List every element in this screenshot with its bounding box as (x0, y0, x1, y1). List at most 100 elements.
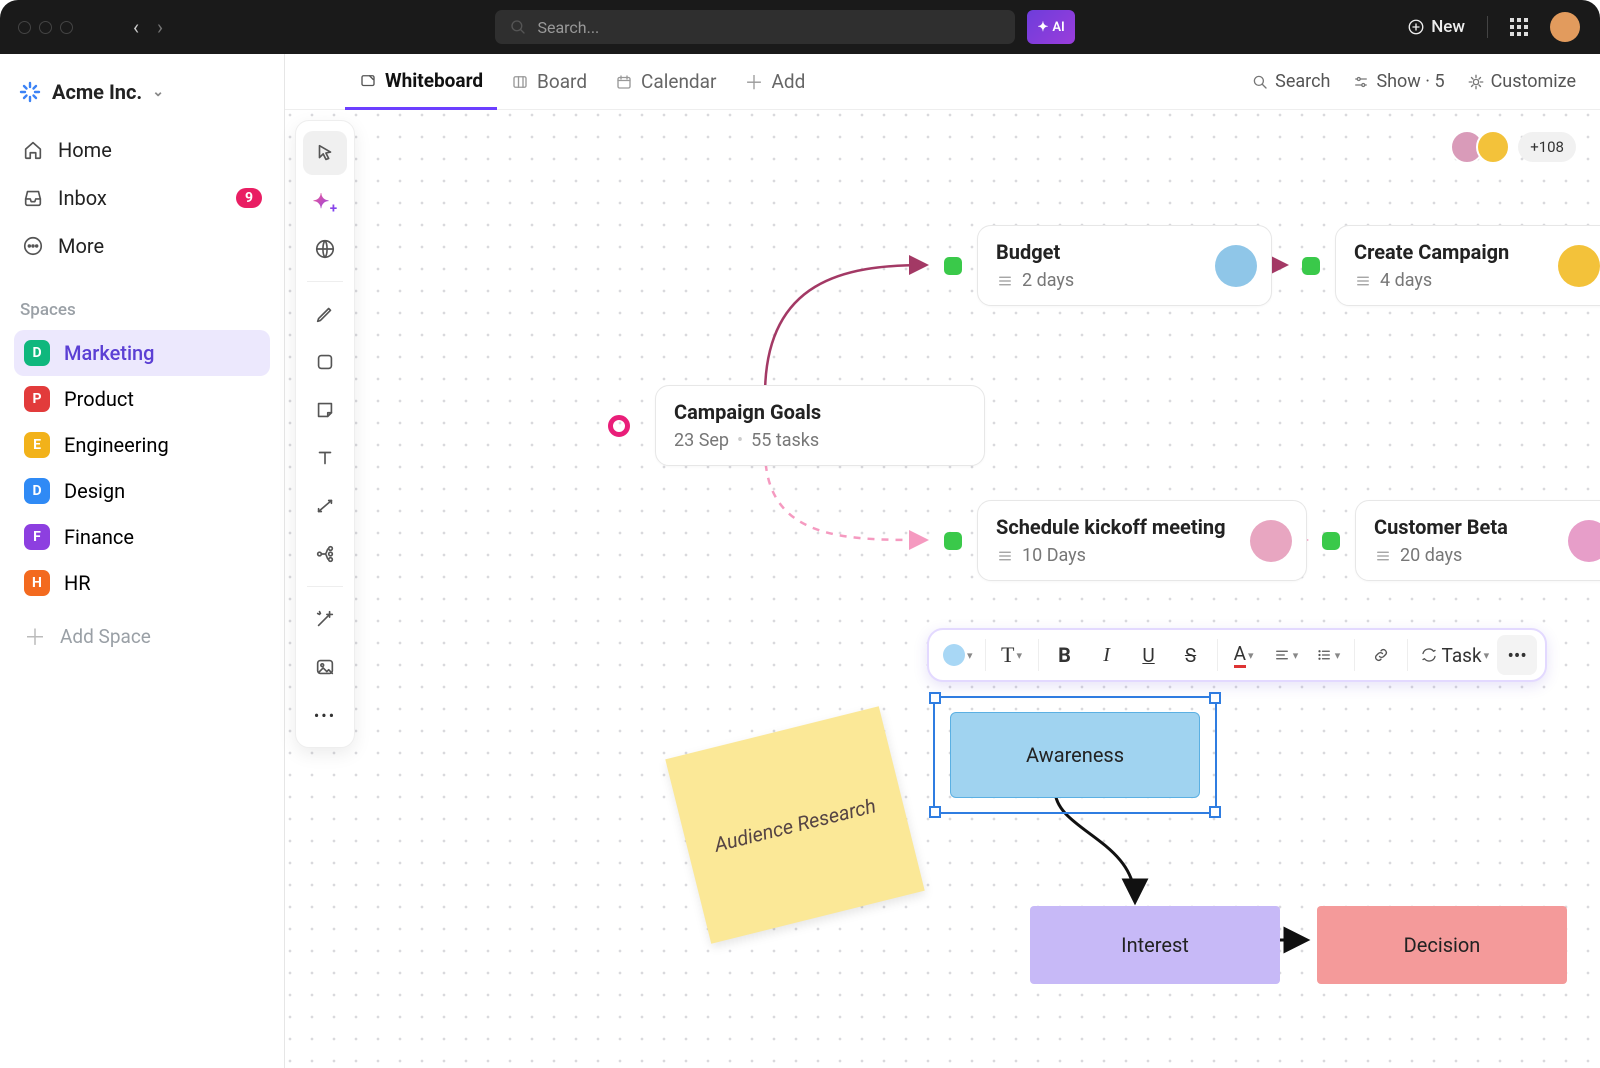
search-placeholder: Search... (537, 18, 599, 37)
window-controls[interactable] (18, 21, 73, 34)
space-icon: D (24, 478, 50, 504)
space-item-product[interactable]: PProduct (14, 376, 270, 422)
new-button[interactable]: New (1407, 17, 1465, 37)
ellipsis-icon: ••• (314, 706, 336, 725)
chevron-down-icon: ⌄ (152, 84, 164, 100)
status-dot-icon (1302, 257, 1320, 275)
italic-button[interactable]: I (1087, 635, 1127, 675)
nav-inbox[interactable]: Inbox 9 (14, 174, 270, 222)
search-icon (1251, 73, 1269, 91)
bold-button[interactable]: B (1045, 635, 1085, 675)
shape-interest[interactable]: Interest (1030, 906, 1280, 984)
font-size[interactable]: T▾ (992, 635, 1032, 675)
tool-more[interactable]: ••• (303, 693, 347, 737)
status-dot-icon (1322, 532, 1340, 550)
shape-decision[interactable]: Decision (1317, 906, 1567, 984)
strike-button[interactable]: S (1171, 635, 1211, 675)
tool-pen[interactable] (303, 292, 347, 336)
tool-mindmap[interactable] (303, 532, 347, 576)
space-item-engineering[interactable]: EEngineering (14, 422, 270, 468)
tool-magic[interactable] (303, 597, 347, 641)
sparkle-icon: ✦ (1037, 20, 1048, 35)
nav-forward[interactable]: › (157, 15, 163, 39)
tab-whiteboard[interactable]: Whiteboard (345, 54, 497, 110)
sliders-icon (1352, 73, 1370, 91)
shape-format-toolbar: ▾ T▾ B I U S A▾ ▾ ▾ Task▾ ••• (927, 628, 1547, 682)
sticky-note[interactable]: Audience Research (665, 706, 924, 944)
card-create-campaign[interactable]: Create Campaign 4 days (1335, 225, 1600, 306)
global-search[interactable]: Search... (495, 10, 1015, 44)
more-icon (22, 235, 44, 257)
space-item-hr[interactable]: HHR (14, 560, 270, 606)
fill-swatch-icon (943, 644, 965, 666)
tool-select[interactable] (303, 131, 347, 175)
add-view[interactable]: ＋ Add (730, 54, 819, 110)
plus-circle-icon (1407, 18, 1425, 36)
whiteboard-canvas[interactable]: +108 ✦₊ ••• (285, 110, 1600, 1068)
tool-text[interactable] (303, 436, 347, 480)
ai-button[interactable]: ✦ AI (1027, 10, 1074, 44)
space-item-design[interactable]: DDesign (14, 468, 270, 514)
avatar (1250, 520, 1292, 562)
wand-icon (314, 608, 336, 630)
space-icon: E (24, 432, 50, 458)
show-toggle[interactable]: Show · 5 (1352, 71, 1444, 92)
gear-icon (1467, 73, 1485, 91)
inbox-badge: 9 (236, 188, 262, 208)
fill-color[interactable]: ▾ (937, 635, 979, 675)
toolbar-more[interactable]: ••• (1497, 635, 1537, 675)
tool-connector[interactable] (303, 484, 347, 528)
whiteboard-toolbox: ✦₊ ••• (295, 120, 355, 748)
search-icon (509, 18, 527, 36)
ellipsis-icon: ••• (1508, 644, 1527, 667)
user-avatar[interactable] (1550, 12, 1580, 42)
workspace-switcher[interactable]: Acme Inc. ⌄ (14, 72, 270, 126)
apps-grid-icon[interactable] (1510, 18, 1528, 36)
card-customer-beta[interactable]: Customer Beta 20 days (1355, 500, 1600, 581)
tool-image[interactable] (303, 645, 347, 689)
link-button[interactable] (1361, 635, 1401, 675)
status-ring-icon (608, 415, 630, 437)
sticky-icon (314, 399, 336, 421)
selection-outline[interactable] (933, 696, 1217, 814)
collaborators[interactable]: +108 (1458, 130, 1576, 164)
tool-sticky[interactable] (303, 388, 347, 432)
align-button[interactable]: ▾ (1266, 635, 1306, 675)
link-icon (1372, 646, 1390, 664)
underline-button[interactable]: U (1129, 635, 1169, 675)
space-item-finance[interactable]: FFinance (14, 514, 270, 560)
tool-ai[interactable]: ✦₊ (303, 179, 347, 223)
list-button[interactable]: ▾ (1308, 635, 1348, 675)
sparkle-icon: ✦₊ (313, 189, 338, 213)
tool-web[interactable] (303, 227, 347, 271)
view-search[interactable]: Search (1251, 71, 1330, 92)
add-space[interactable]: ＋ Add Space (14, 606, 270, 666)
tab-calendar[interactable]: Calendar (601, 54, 730, 110)
sidebar: Acme Inc. ⌄ Home Inbox 9 More Spaces DMa… (0, 54, 285, 1068)
space-icon: F (24, 524, 50, 550)
window-titlebar: ‹ › Search... ✦ AI New (0, 0, 1600, 54)
text-color[interactable]: A▾ (1224, 635, 1264, 675)
cursor-icon (314, 142, 336, 164)
nav-more[interactable]: More (14, 222, 270, 270)
space-item-marketing[interactable]: DMarketing (14, 330, 270, 376)
tool-shape[interactable] (303, 340, 347, 384)
avatar (1476, 130, 1510, 164)
view-bar: Whiteboard Board Calendar ＋ Add (285, 54, 1600, 110)
space-icon: H (24, 570, 50, 596)
home-icon (22, 139, 44, 161)
convert-task[interactable]: Task▾ (1414, 635, 1496, 675)
calendar-icon (615, 73, 633, 91)
customize-button[interactable]: Customize (1467, 71, 1576, 92)
text-icon (314, 447, 336, 469)
card-budget[interactable]: Budget 2 days (977, 225, 1272, 306)
tab-board[interactable]: Board (497, 54, 601, 110)
list-icon (996, 547, 1014, 565)
more-collaborators[interactable]: +108 (1518, 132, 1576, 162)
nav-back[interactable]: ‹ (133, 15, 139, 39)
card-campaign-goals[interactable]: Campaign Goals 23 Sep•55 tasks (655, 385, 985, 466)
nav-home[interactable]: Home (14, 126, 270, 174)
avatar (1215, 245, 1257, 287)
card-kickoff[interactable]: Schedule kickoff meeting 10 Days (977, 500, 1307, 581)
list-icon (996, 272, 1014, 290)
